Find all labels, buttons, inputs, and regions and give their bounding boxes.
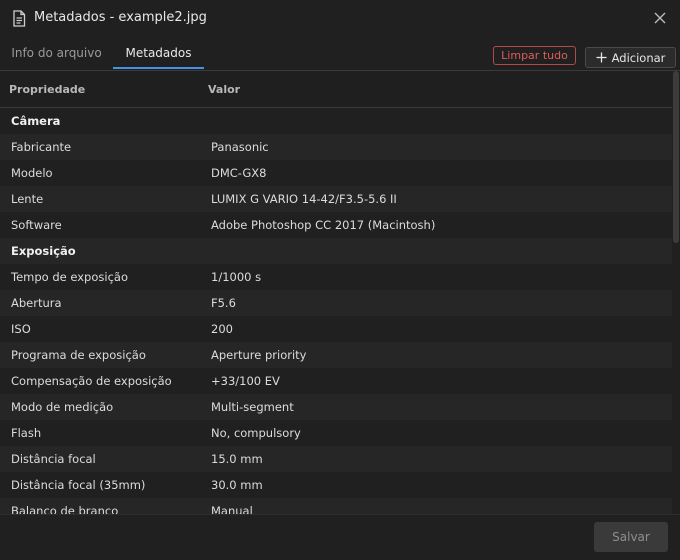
value-cell[interactable]: Panasonic [211, 140, 269, 154]
value-cell[interactable]: F5.6 [211, 296, 236, 310]
metadata-table: Propriedade Valor Câmera Fabricante Panaso… [0, 71, 672, 514]
table-row[interactable]: Flash No, compulsory [0, 420, 672, 446]
tab-metadata[interactable]: Metadados [113, 37, 204, 69]
table-body: Câmera Fabricante Panasonic Modelo DMC-GX8 Le… [0, 108, 672, 514]
title-bar: Metadados - example2.jpg [0, 0, 680, 36]
property-cell: Distância focal (35mm) [11, 478, 146, 492]
table-row[interactable]: Balanço de branco Manual [0, 498, 672, 514]
section-header-row[interactable]: Exposição [0, 238, 672, 264]
value-cell[interactable]: +33/100 EV [211, 374, 280, 388]
tab-file-info[interactable]: Info do arquivo [0, 37, 113, 69]
value-cell[interactable]: 200 [211, 322, 233, 336]
window-title: Metadados - example2.jpg [34, 10, 207, 25]
tab-bar: Info do arquivo Metadados [0, 37, 680, 70]
table-header: Propriedade Valor [0, 71, 672, 108]
table-row[interactable]: ISO 200 [0, 316, 672, 342]
value-cell[interactable]: No, compulsory [211, 426, 301, 440]
scrollbar-thumb[interactable] [673, 71, 679, 243]
property-cell: Balanço de branco [11, 504, 119, 514]
property-cell: Distância focal [11, 452, 96, 466]
value-cell[interactable]: 30.0 mm [211, 478, 263, 492]
table-row[interactable]: Compensação de exposição +33/100 EV [0, 368, 672, 394]
property-cell: ISO [11, 322, 31, 336]
property-cell: Programa de exposição [11, 348, 146, 362]
property-cell: Lente [11, 192, 44, 206]
section-title: Câmera [11, 114, 61, 128]
document-icon [12, 10, 26, 27]
add-button[interactable]: Adicionar [585, 47, 676, 68]
close-icon [654, 12, 666, 24]
clear-all-button[interactable]: Limpar tudo [493, 46, 576, 65]
value-cell[interactable]: Aperture priority [211, 348, 306, 362]
value-cell[interactable]: LUMIX G VARIO 14-42/F3.5-5.6 II [211, 192, 397, 206]
active-tab-indicator [113, 67, 204, 69]
section-header-row[interactable]: Câmera [0, 108, 672, 134]
table-row[interactable]: Tempo de exposição 1/1000 s [0, 264, 672, 290]
close-button[interactable] [650, 8, 670, 28]
property-cell: Tempo de exposição [11, 270, 128, 284]
table-row[interactable]: Fabricante Panasonic [0, 134, 672, 160]
add-button-label: Adicionar [611, 50, 666, 65]
property-cell: Modelo [11, 166, 53, 180]
save-button[interactable]: Salvar [594, 522, 668, 552]
value-cell[interactable]: Manual [211, 504, 253, 514]
table-row[interactable]: Modo de medição Multi-segment [0, 394, 672, 420]
property-cell: Abertura [11, 296, 62, 310]
value-cell[interactable]: 1/1000 s [211, 270, 261, 284]
table-row[interactable]: Modelo DMC-GX8 [0, 160, 672, 186]
column-header-value[interactable]: Valor [208, 83, 240, 96]
value-cell[interactable]: DMC-GX8 [211, 166, 266, 180]
property-cell: Fabricante [11, 140, 72, 154]
footer-divider [0, 514, 680, 515]
table-row[interactable]: Software Adobe Photoshop CC 2017 (Macinto… [0, 212, 672, 238]
property-cell: Compensação de exposição [11, 374, 172, 388]
property-cell: Modo de medição [11, 400, 114, 414]
property-cell: Flash [11, 426, 42, 440]
section-title: Exposição [11, 244, 76, 258]
plus-icon [596, 52, 607, 63]
vertical-scrollbar[interactable] [672, 71, 680, 514]
column-header-property[interactable]: Propriedade [9, 83, 85, 96]
table-row[interactable]: Abertura F5.6 [0, 290, 672, 316]
table-row[interactable]: Lente LUMIX G VARIO 14-42/F3.5-5.6 II [0, 186, 672, 212]
table-row[interactable]: Programa de exposição Aperture priority [0, 342, 672, 368]
value-cell[interactable]: Adobe Photoshop CC 2017 (Macintosh) [211, 218, 435, 232]
table-row[interactable]: Distância focal (35mm) 30.0 mm [0, 472, 672, 498]
table-row[interactable]: Distância focal 15.0 mm [0, 446, 672, 472]
property-cell: Software [11, 218, 62, 232]
value-cell[interactable]: 15.0 mm [211, 452, 263, 466]
value-cell[interactable]: Multi-segment [211, 400, 294, 414]
